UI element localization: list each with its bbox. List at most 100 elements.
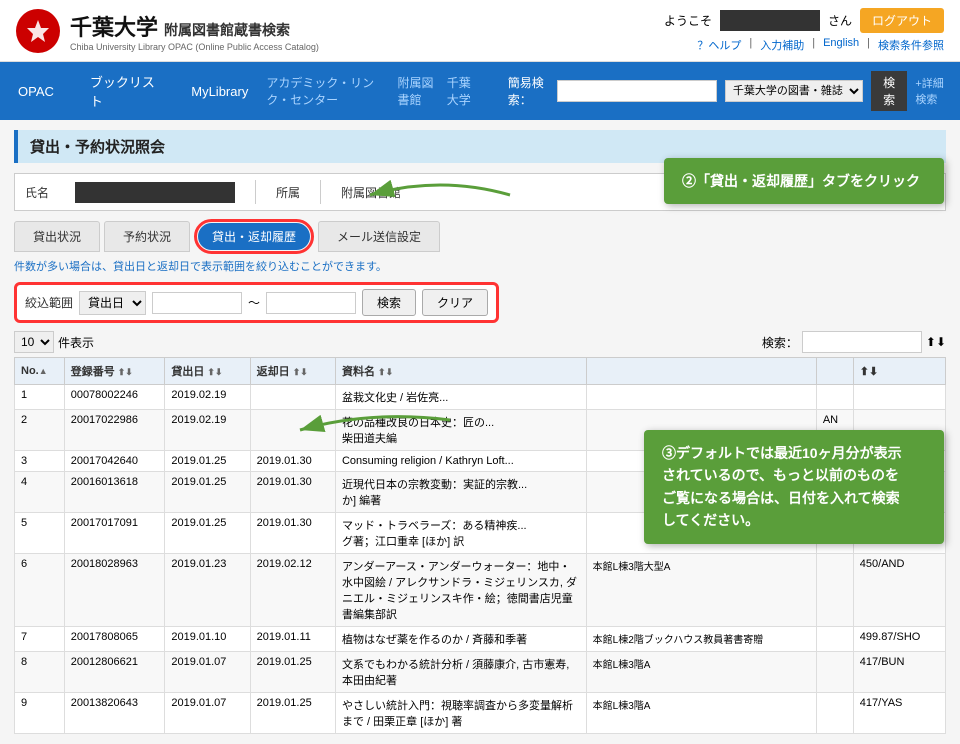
cell-return-date: 2019.01.30 xyxy=(250,451,335,472)
filter-to-input[interactable] xyxy=(266,292,356,314)
tab-loan-return-history[interactable]: 貸出・返却履歴 xyxy=(198,223,310,250)
cell-call-no: 499.87/SHO xyxy=(853,627,945,652)
search-ref-link[interactable]: 検索条件参照 xyxy=(878,37,944,53)
cell-return-date: 2019.01.30 xyxy=(250,513,335,554)
col-reg-no[interactable]: 登録番号 ⬆⬇ xyxy=(64,358,165,385)
col-return-date[interactable]: 返却日 ⬆⬇ xyxy=(250,358,335,385)
cell-location: 本館L棟3階A xyxy=(586,693,816,734)
cell-extra xyxy=(816,693,853,734)
nav-library-link[interactable]: 附属図書館 xyxy=(398,74,439,108)
filter-row: 絞込範囲 貸出日 ～ 検索 クリア xyxy=(14,282,499,323)
filter-from-input[interactable] xyxy=(152,292,242,314)
cell-return-date: 2019.02.12 xyxy=(250,554,335,627)
library-label: 附属図書館 xyxy=(341,184,401,201)
nav-opac[interactable]: OPAC xyxy=(0,74,72,109)
cell-no: 3 xyxy=(15,451,65,472)
cell-reg-no: 20017022986 xyxy=(64,410,165,451)
cell-return-date: 2019.01.30 xyxy=(250,472,335,513)
san-label: さん xyxy=(828,12,852,29)
cell-title: やさしい統計入門：視聴率調査から多変量解析まで / 田栗正章 [ほか] 著 xyxy=(335,693,586,734)
cell-loan-date: 2019.01.07 xyxy=(165,693,250,734)
logo-kanji: 千葉大学 xyxy=(70,10,158,42)
cell-reg-no: 20017017091 xyxy=(64,513,165,554)
header-left: 千葉大学 附属図書館蔵書検索 Chiba University Library … xyxy=(16,9,319,53)
navbar: OPAC ブックリスト MyLibrary アカデミック・リンク・センター 附属… xyxy=(0,62,960,120)
col-call-no[interactable]: ⬆⬇ xyxy=(853,358,945,385)
annotation2: ②「貸出・返却履歴」タブをクリック xyxy=(664,158,944,204)
table-header-row: No.▲ 登録番号 ⬆⬇ 貸出日 ⬆⬇ 返却日 ⬆⬇ 資料名 ⬆⬇ ⬆⬇ xyxy=(15,358,946,385)
cell-location: 本館L棟2階ブックハウス教員著書寄贈 xyxy=(586,627,816,652)
filter-clear-button[interactable]: クリア xyxy=(422,289,488,316)
navbar-right: アカデミック・リンク・センター 附属図書館 千葉大学 簡易検索： 千葉大学の図書… xyxy=(266,71,960,111)
welcome-row: ようこそ さん ログアウト xyxy=(664,8,944,33)
per-page-select[interactable]: 10 25 50 xyxy=(14,331,54,353)
nav-booklist[interactable]: ブックリスト xyxy=(72,62,173,120)
cell-title: 植物はなぜ薬を作るのか / 斉藤和季著 xyxy=(335,627,586,652)
tab-loan-status[interactable]: 貸出状況 xyxy=(14,221,100,252)
search-button[interactable]: 検索 xyxy=(871,71,907,111)
notice-text: 件数が多い場合は、貸出日と返却日で表示範囲を絞り込むことができます。 xyxy=(14,258,946,274)
logout-button[interactable]: ログアウト xyxy=(860,8,944,33)
cell-loan-date: 2019.01.07 xyxy=(165,652,250,693)
table-row: 9 20013820643 2019.01.07 2019.01.25 やさしい… xyxy=(15,693,946,734)
filter-label: 絞込範囲 xyxy=(25,294,73,311)
col-no[interactable]: No.▲ xyxy=(15,358,65,385)
tab-reservation-status[interactable]: 予約状況 xyxy=(104,221,190,252)
table-search: 検索： ⬆⬇ xyxy=(762,331,946,353)
form-divider2 xyxy=(320,180,321,204)
logo-sub-kanji: 附属図書館蔵書検索 xyxy=(164,20,290,40)
detail-search-link[interactable]: +詳細検索 xyxy=(915,75,950,107)
cell-reg-no: 20012806621 xyxy=(64,652,165,693)
search-scope-select[interactable]: 千葉大学の図書・雑誌 xyxy=(725,80,863,102)
cell-loan-date: 2019.01.10 xyxy=(165,627,250,652)
cell-extra xyxy=(816,627,853,652)
input-help-link[interactable]: 入力補助 xyxy=(760,37,804,53)
cell-location: 本館L棟3階大型A xyxy=(586,554,816,627)
col-title[interactable]: 資料名 ⬆⬇ xyxy=(335,358,586,385)
cell-title: アンダーアース・アンダーウォーター：地中・水中図絵 / アレクサンドラ・ミジェリ… xyxy=(335,554,586,627)
cell-title: 花の品種改良の日本史：匠の... 柴田道夫編 xyxy=(335,410,586,451)
header-right: ようこそ さん ログアウト ？ヘルプ | 入力補助 | English | 検索… xyxy=(664,8,944,53)
col-location[interactable] xyxy=(586,358,816,385)
cell-reg-no: 20018028963 xyxy=(64,554,165,627)
filter-sort-select[interactable]: 貸出日 xyxy=(79,291,146,315)
tab-circle-wrapper: 貸出・返却履歴 xyxy=(194,219,314,254)
filter-search-button[interactable]: 検索 xyxy=(362,289,416,316)
cell-reg-no: 20017808065 xyxy=(64,627,165,652)
cell-call-no: 450/AND xyxy=(853,554,945,627)
divider3: | xyxy=(867,37,870,53)
cell-no: 2 xyxy=(15,410,65,451)
help-link[interactable]: ？ヘルプ xyxy=(697,37,741,53)
logo-text: 千葉大学 附属図書館蔵書検索 Chiba University Library … xyxy=(70,10,319,52)
cell-loan-date: 2019.01.25 xyxy=(165,472,250,513)
col-extra[interactable] xyxy=(816,358,853,385)
tab-mail-settings[interactable]: メール送信設定 xyxy=(318,221,440,252)
nav-academic-link[interactable]: アカデミック・リンク・センター xyxy=(266,74,389,108)
col-loan-date[interactable]: 貸出日 ⬆⬇ xyxy=(165,358,250,385)
annotation3-text: ③デフォルトでは最近10ヶ月分が表示されているので、もっと以前のものをご覧になる… xyxy=(662,445,902,528)
cell-title: マッド・トラベラーズ：ある精神疾... グ著；江口重幸 [ほか] 訳 xyxy=(335,513,586,554)
cell-call-no: 417/BUN xyxy=(853,652,945,693)
table-row: 7 20017808065 2019.01.10 2019.01.11 植物はな… xyxy=(15,627,946,652)
username-box xyxy=(720,10,820,31)
table-controls: 10 25 50 件表示 検索： ⬆⬇ xyxy=(14,331,946,353)
cell-no: 6 xyxy=(15,554,65,627)
per-page-label: 件表示 xyxy=(58,334,94,351)
search-label: 簡易検索： xyxy=(508,74,549,108)
name-label: 氏名 xyxy=(25,184,65,201)
cell-no: 8 xyxy=(15,652,65,693)
nav-university-link[interactable]: 千葉大学 xyxy=(447,74,480,108)
cell-call-no: 417/YAS xyxy=(853,693,945,734)
cell-loan-date: 2019.01.23 xyxy=(165,554,250,627)
search-input[interactable] xyxy=(557,80,717,102)
cell-return-date xyxy=(250,410,335,451)
english-link[interactable]: English xyxy=(823,37,859,53)
cell-no: 7 xyxy=(15,627,65,652)
form-divider xyxy=(255,180,256,204)
table-search-input[interactable] xyxy=(802,331,922,353)
cell-no: 1 xyxy=(15,385,65,410)
nav-mylibrary[interactable]: MyLibrary xyxy=(173,74,266,109)
affiliation-label: 所属 xyxy=(276,184,300,201)
cell-loan-date: 2019.01.25 xyxy=(165,451,250,472)
sort-icon: ⬆⬇ xyxy=(926,335,946,349)
